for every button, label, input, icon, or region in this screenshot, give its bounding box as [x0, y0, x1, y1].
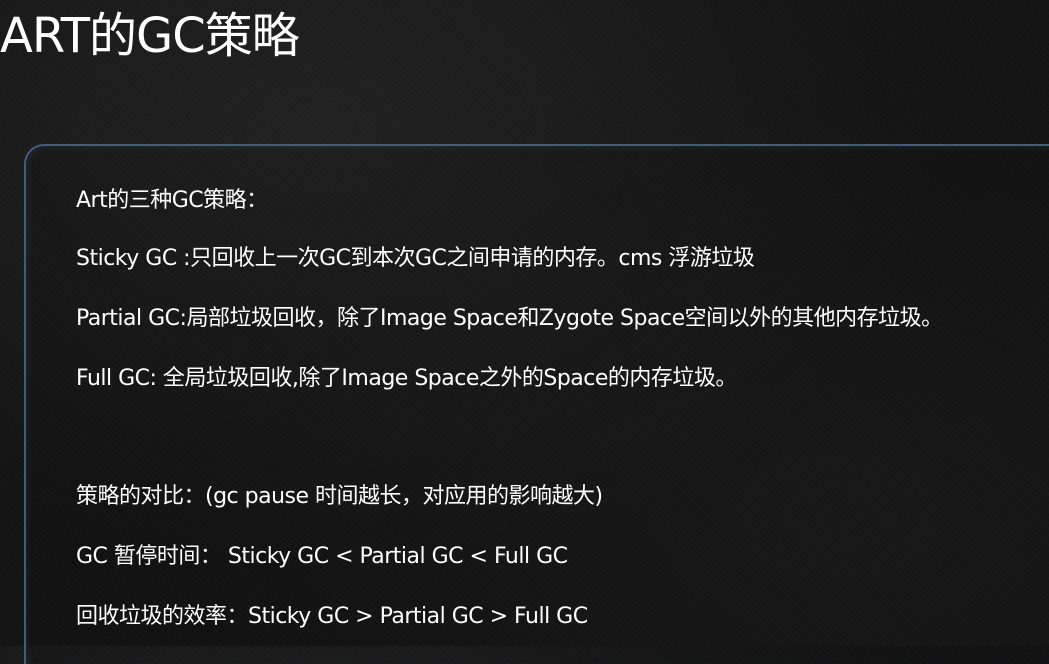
gc-pause-time-comparison: GC 暂停时间： Sticky GC < Partial GC < Full G… — [76, 544, 568, 569]
gc-efficiency-comparison: 回收垃圾的效率：Sticky GC > Partial GC > Full GC — [76, 604, 588, 629]
strategy-comparison-heading: 策略的对比：(gc pause 时间越长，对应用的影响越大) — [76, 484, 603, 509]
full-gc-description: Full GC: 全局垃圾回收,除了Image Space之外的Space的内存… — [76, 366, 737, 391]
content-panel — [24, 144, 1049, 664]
sticky-gc-description: Sticky GC :只回收上一次GC到本次GC之间申请的内存。cms 浮游垃圾 — [76, 246, 755, 271]
gc-strategies-heading: Art的三种GC策略： — [76, 188, 268, 213]
slide-title: ART的GC策略 — [0, 8, 300, 64]
partial-gc-description: Partial GC:局部垃圾回收，除了Image Space和Zygote S… — [76, 306, 943, 331]
